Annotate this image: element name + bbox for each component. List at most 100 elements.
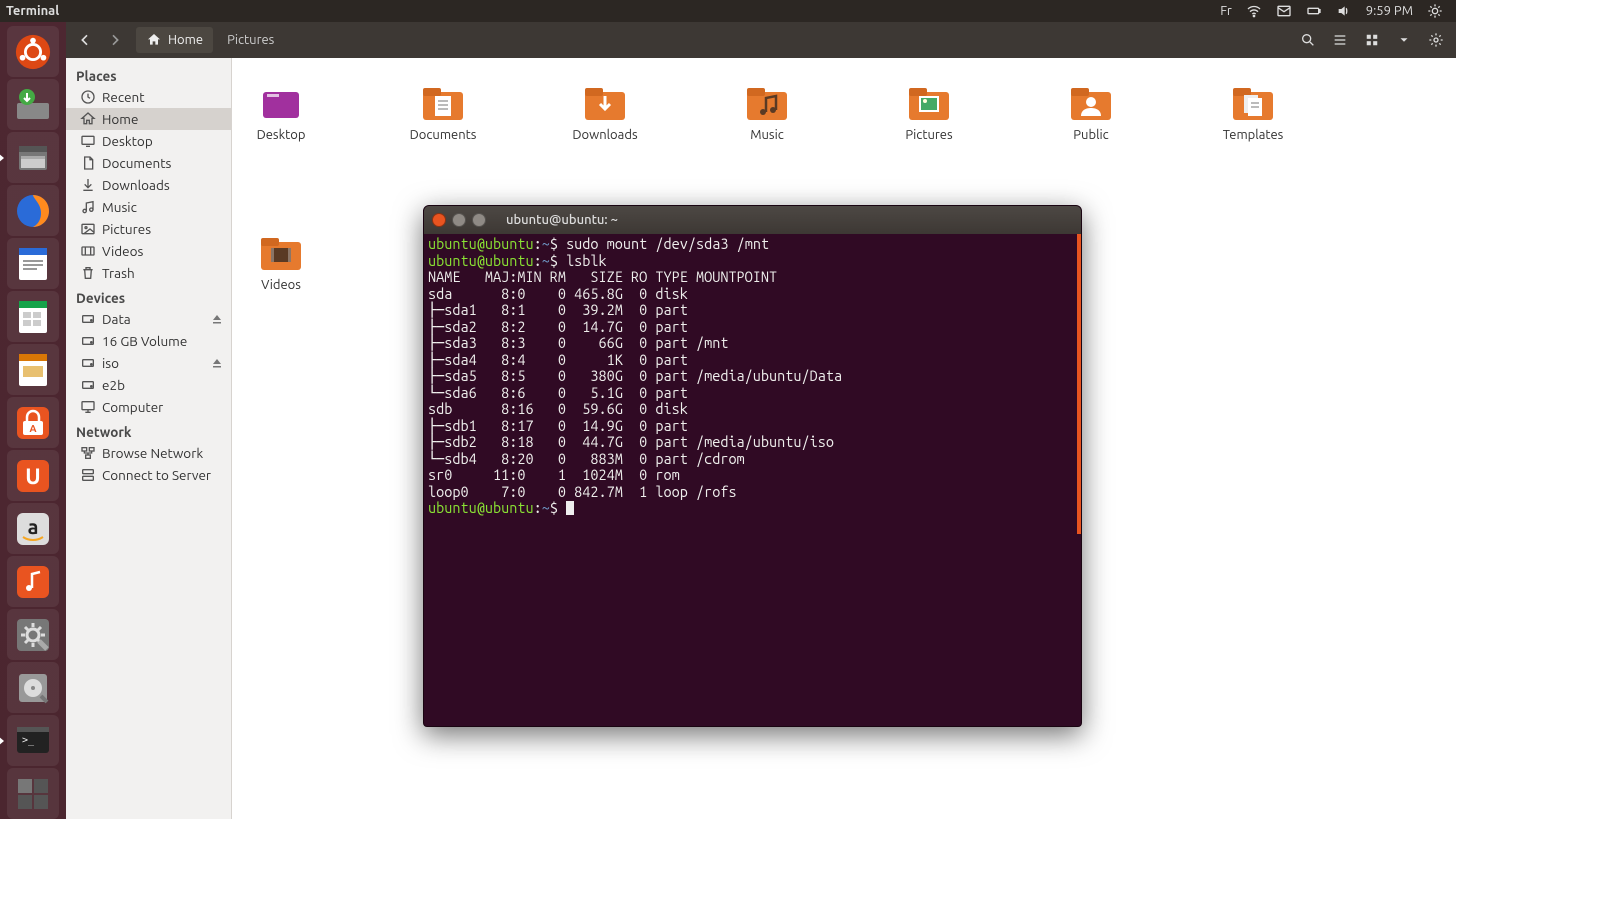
terminal-body[interactable]: ubuntu@ubuntu:~$ sudo mount /dev/sda3 /m…: [424, 234, 1081, 726]
view-dropdown-button[interactable]: [1388, 26, 1420, 54]
search-button[interactable]: [1292, 26, 1324, 54]
sidebar-item-16-gb-volume[interactable]: 16 GB Volume: [66, 330, 231, 352]
files-toolbar: Home Pictures: [66, 22, 1456, 58]
folder-label: Public: [1073, 128, 1108, 142]
sound-icon[interactable]: [1336, 3, 1352, 19]
launcher-disks[interactable]: [7, 662, 59, 713]
folder-label: Downloads: [572, 128, 637, 142]
menubar: Terminal Fr 9:59 PM: [0, 0, 1456, 22]
sidebar-section-places: Places: [66, 62, 231, 86]
sidebar-item-label: Connect to Server: [102, 467, 211, 483]
launcher-amazon[interactable]: a: [7, 503, 59, 554]
window-close-button[interactable]: [432, 213, 446, 227]
view-grid-button[interactable]: [1356, 26, 1388, 54]
battery-icon[interactable]: [1306, 3, 1322, 19]
folder-label: Documents: [410, 128, 477, 142]
sidebar-item-label: Music: [102, 199, 137, 215]
folder-pictures[interactable]: Pictures: [892, 80, 966, 142]
launcher-firefox[interactable]: [7, 185, 59, 236]
back-button[interactable]: [70, 26, 100, 54]
sidebar-item-music[interactable]: Music: [66, 196, 231, 218]
active-app-title: Terminal: [6, 4, 59, 18]
gear-button[interactable]: [1420, 26, 1452, 54]
launcher-terminal[interactable]: >_: [7, 715, 59, 766]
sidebar-item-label: Home: [102, 111, 138, 127]
keyboard-layout-indicator[interactable]: Fr: [1220, 4, 1232, 18]
folder-public[interactable]: Public: [1054, 80, 1128, 142]
folder-documents[interactable]: Documents: [406, 80, 480, 142]
eject-icon[interactable]: [211, 313, 223, 325]
launcher-settings[interactable]: [7, 609, 59, 660]
sidebar-item-videos[interactable]: Videos: [66, 240, 231, 262]
location-home[interactable]: Home: [136, 27, 213, 53]
sidebar-item-label: Recent: [102, 89, 145, 105]
terminal-window[interactable]: ubuntu@ubuntu: ~ ubuntu@ubuntu:~$ sudo m…: [423, 205, 1082, 727]
launcher-impress[interactable]: [7, 344, 59, 395]
sidebar-item-home[interactable]: Home: [66, 108, 231, 130]
launcher-dash[interactable]: [7, 26, 59, 77]
folder-label: Desktop: [257, 128, 306, 142]
sidebar-item-browse-network[interactable]: Browse Network: [66, 442, 231, 464]
sidebar-item-computer[interactable]: Computer: [66, 396, 231, 418]
sidebar-item-label: Desktop: [102, 133, 153, 149]
launcher-files[interactable]: [7, 132, 59, 183]
launcher-workspaces[interactable]: [7, 768, 59, 819]
unity-launcher: A Ua >_: [0, 22, 66, 819]
location-home-label: Home: [168, 33, 203, 47]
clock[interactable]: 9:59 PM: [1366, 4, 1413, 18]
launcher-ubuntu-one-music[interactable]: [7, 556, 59, 607]
forward-button[interactable]: [100, 26, 130, 54]
folder-icon: [419, 80, 467, 124]
launcher-writer[interactable]: [7, 238, 59, 289]
terminal-scrollbar[interactable]: [1077, 234, 1081, 534]
terminal-titlebar[interactable]: ubuntu@ubuntu: ~: [424, 206, 1081, 234]
sidebar-item-label: Documents: [102, 155, 171, 171]
launcher-ubuntu-one[interactable]: U: [7, 450, 59, 501]
sidebar-section-devices: Devices: [66, 284, 231, 308]
window-minimize-button[interactable]: [452, 213, 466, 227]
network-icon[interactable]: [1246, 3, 1262, 19]
sidebar-item-iso[interactable]: iso: [66, 352, 231, 374]
sidebar-item-downloads[interactable]: Downloads: [66, 174, 231, 196]
sidebar-item-label: Videos: [102, 243, 143, 259]
folder-icon: [1067, 80, 1115, 124]
launcher-software-center[interactable]: A: [7, 397, 59, 448]
location-pictures[interactable]: Pictures: [219, 27, 282, 53]
launcher-install[interactable]: [7, 79, 59, 130]
messaging-icon[interactable]: [1276, 3, 1292, 19]
folder-label: Videos: [261, 278, 301, 292]
svg-text:a: a: [28, 515, 39, 538]
folder-icon: [905, 80, 953, 124]
folder-templates[interactable]: Templates: [1216, 80, 1290, 142]
sidebar-item-documents[interactable]: Documents: [66, 152, 231, 174]
sidebar-item-e2b[interactable]: e2b: [66, 374, 231, 396]
sidebar-item-label: Downloads: [102, 177, 170, 193]
launcher-calc[interactable]: [7, 291, 59, 342]
folder-icon: [743, 80, 791, 124]
eject-icon[interactable]: [211, 357, 223, 369]
view-list-button[interactable]: [1324, 26, 1356, 54]
folder-icon: [1229, 80, 1277, 124]
svg-text:U: U: [25, 464, 40, 489]
window-maximize-button[interactable]: [472, 213, 486, 227]
sidebar-item-pictures[interactable]: Pictures: [66, 218, 231, 240]
sidebar-item-desktop[interactable]: Desktop: [66, 130, 231, 152]
sidebar-item-label: e2b: [102, 377, 125, 393]
sidebar-item-connect-to-server[interactable]: Connect to Server: [66, 464, 231, 486]
folder-downloads[interactable]: Downloads: [568, 80, 642, 142]
folder-videos[interactable]: Videos: [244, 230, 318, 292]
folder-icon: [257, 80, 305, 124]
sidebar-section-network: Network: [66, 418, 231, 442]
svg-text:A: A: [29, 423, 36, 434]
folder-label: Pictures: [905, 128, 952, 142]
folder-label: Templates: [1223, 128, 1284, 142]
sidebar-item-data[interactable]: Data: [66, 308, 231, 330]
folder-label: Music: [750, 128, 784, 142]
location-secondary-label: Pictures: [227, 33, 274, 47]
folder-music[interactable]: Music: [730, 80, 804, 142]
folder-desktop[interactable]: Desktop: [244, 80, 318, 142]
sidebar-item-label: Pictures: [102, 221, 151, 237]
sidebar-item-recent[interactable]: Recent: [66, 86, 231, 108]
session-icon[interactable]: [1427, 3, 1443, 19]
sidebar-item-trash[interactable]: Trash: [66, 262, 231, 284]
